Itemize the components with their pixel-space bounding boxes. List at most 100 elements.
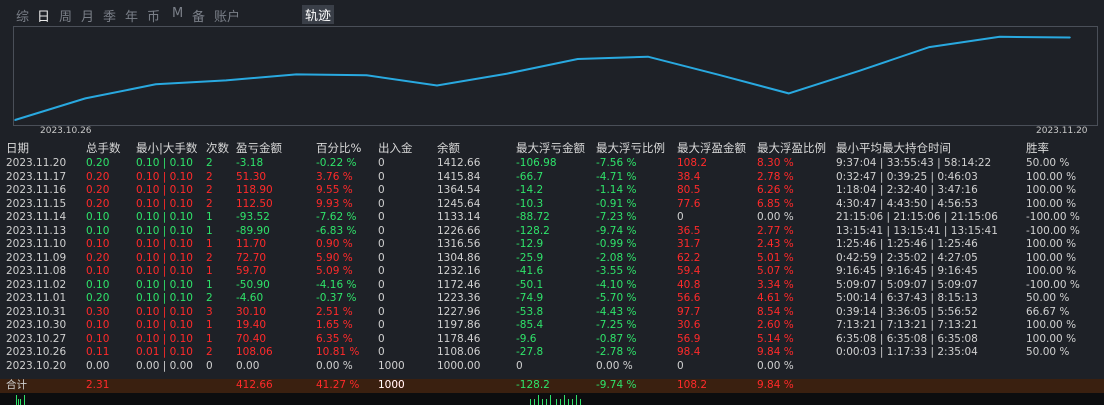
- col-header-8[interactable]: 最大浮亏金额: [516, 140, 585, 156]
- tab-trajectory[interactable]: 轨迹: [302, 5, 335, 24]
- total-max-float-loss: -128.2: [516, 379, 550, 391]
- balance-trajectory-chart: [13, 26, 1098, 126]
- cell-io: 0: [378, 251, 385, 264]
- col-header-7[interactable]: 余额: [437, 140, 460, 156]
- cell-count: 2: [206, 197, 213, 210]
- col-header-13[interactable]: 胜率: [1026, 140, 1049, 156]
- balance-point-7: [506, 72, 509, 75]
- tab-9[interactable]: 账户: [214, 6, 240, 25]
- balance-point-2: [154, 83, 157, 86]
- cell-mflp: -3.55 %: [596, 265, 637, 277]
- col-header-0[interactable]: 日期: [6, 140, 29, 156]
- cell-pct: 3.76 %: [316, 170, 353, 183]
- total-pnl: 412.66: [236, 379, 273, 391]
- tab-1[interactable]: 日: [37, 6, 50, 25]
- cell-win: 100.00 %: [1026, 251, 1077, 264]
- table-row[interactable]: 2023.11.14 0.10 0.10 | 0.10 1 -93.52 -7.62 % 0…: [0, 211, 1104, 224]
- total-max-float-profit: 108.2: [677, 379, 708, 391]
- cell-date: 2023.10.30: [6, 319, 67, 331]
- col-header-2[interactable]: 最小|大手数: [136, 140, 197, 156]
- cell-hold: 9:37:04 | 33:55:43 | 58:14:22: [836, 157, 992, 169]
- cell-mfpp: 0.00 %: [757, 211, 794, 223]
- cell-mfp: 62.2: [677, 251, 701, 264]
- cell-mfl: -88.72: [516, 211, 550, 223]
- cell-date: 2023.11.09: [6, 251, 67, 264]
- cell-mfl: -27.8: [516, 346, 544, 358]
- table-row[interactable]: 2023.10.27 0.10 0.10 | 0.10 1 70.40 6.35 % 0 11…: [0, 333, 1104, 346]
- cell-lots: 0.20: [86, 251, 110, 264]
- cell-date: 2023.10.20: [6, 359, 67, 372]
- table-row[interactable]: 2023.11.10 0.10 0.10 | 0.10 1 11.70 0.90 % 0 13…: [0, 238, 1104, 251]
- total-io2: 1000: [378, 379, 405, 391]
- col-header-4[interactable]: 盈亏金额: [236, 140, 282, 156]
- volume-tick: [534, 399, 535, 405]
- col-header-10[interactable]: 最大浮盈金额: [677, 140, 746, 156]
- cell-io: 0: [378, 238, 385, 250]
- cell-pct: -0.37 %: [316, 292, 357, 304]
- balance-point-5: [365, 74, 368, 77]
- cell-pct: 9.55 %: [316, 184, 353, 196]
- table-row[interactable]: 2023.11.20 0.20 0.10 | 0.10 2 -3.18 -0.22 % 0 1…: [0, 157, 1104, 170]
- cell-date: 2023.10.31: [6, 305, 67, 318]
- table-row[interactable]: 2023.10.20 0.00 0.00 | 0.00 0 0.00 0.00 % 1000…: [0, 360, 1104, 373]
- cell-io: 0: [378, 346, 385, 358]
- cell-win: 50.00 %: [1026, 157, 1070, 169]
- cell-win: -100.00 %: [1026, 211, 1080, 223]
- table-row[interactable]: 2023.11.16 0.20 0.10 | 0.10 2 118.90 9.55 % 0 1…: [0, 184, 1104, 197]
- cell-win: -100.00 %: [1026, 278, 1080, 291]
- cell-hold: 4:30:47 | 4:43:50 | 4:56:53: [836, 197, 978, 210]
- total-pct: 41.27 %: [316, 379, 360, 391]
- table-row[interactable]: 2023.11.08 0.10 0.10 | 0.10 1 59.70 5.09 % 0 12…: [0, 265, 1104, 278]
- table-row[interactable]: 2023.10.30 0.10 0.10 | 0.10 1 19.40 1.65 % 0 11…: [0, 319, 1104, 332]
- cell-pnl: -50.90: [236, 278, 270, 291]
- cell-date: 2023.10.26: [6, 346, 67, 358]
- cell-mfp: 0: [677, 211, 684, 223]
- cell-pct: 5.09 %: [316, 265, 353, 277]
- cell-pct: 1.65 %: [316, 319, 353, 331]
- col-header-5[interactable]: 百分比%: [316, 140, 361, 156]
- col-header-3[interactable]: 次数: [206, 140, 229, 156]
- col-header-6[interactable]: 出入金: [378, 140, 413, 156]
- cell-date: 2023.11.13: [6, 224, 67, 237]
- table-row[interactable]: 2023.10.31 0.30 0.10 | 0.10 3 30.10 2.51 % 0 12…: [0, 306, 1104, 319]
- table-row[interactable]: 2023.11.13 0.10 0.10 | 0.10 1 -89.90 -6.83 % 0…: [0, 225, 1104, 238]
- volume-tick: [572, 399, 573, 405]
- cell-mflp: -0.91 %: [596, 197, 637, 210]
- table-row[interactable]: 2023.11.09 0.20 0.10 | 0.10 2 72.70 5.90 % 0 13…: [0, 252, 1104, 265]
- balance-point-12: [858, 70, 860, 72]
- total-max-float-loss-pct: -9.74 %: [596, 379, 637, 391]
- col-header-1[interactable]: 总手数: [86, 140, 121, 156]
- col-header-12[interactable]: 最小平均最大持仓时间: [836, 140, 951, 156]
- tab-5[interactable]: 年: [125, 6, 138, 25]
- cell-mfp: 0: [677, 359, 684, 372]
- cell-date: 2023.11.16: [6, 184, 67, 196]
- table-row[interactable]: 2023.11.17 0.20 0.10 | 0.10 2 51.30 3.76 % 0 14…: [0, 171, 1104, 184]
- cell-bal: 1415.84: [437, 170, 481, 183]
- table-row[interactable]: 2023.11.01 0.20 0.10 | 0.10 2 -4.60 -0.37 % 0 1…: [0, 292, 1104, 305]
- cell-pnl: 11.70: [236, 238, 267, 250]
- cell-win: 100.00 %: [1026, 197, 1077, 210]
- tab-3[interactable]: 月: [81, 6, 94, 25]
- tab-2[interactable]: 周: [59, 6, 72, 25]
- cell-lots: 0.20: [86, 157, 110, 169]
- tab-7[interactable]: M: [172, 6, 183, 21]
- cell-minmax: 0.10 | 0.10: [136, 292, 193, 304]
- cell-bal: 1108.06: [437, 346, 481, 358]
- volume-tick: [556, 399, 557, 405]
- tab-4[interactable]: 季: [103, 6, 116, 25]
- cell-lots: 0.10: [86, 319, 110, 331]
- table-row[interactable]: 2023.11.02 0.10 0.10 | 0.10 1 -50.90 -4.16 % 0…: [0, 279, 1104, 292]
- cell-bal: 1412.66: [437, 157, 481, 169]
- table-row[interactable]: 2023.11.15 0.20 0.10 | 0.10 2 112.50 9.93 % 0 1…: [0, 198, 1104, 211]
- cell-mfp: 56.6: [677, 292, 701, 304]
- tab-6[interactable]: 币: [147, 6, 160, 25]
- cell-mfp: 97.7: [677, 305, 701, 318]
- table-row[interactable]: 2023.10.26 0.11 0.01 | 0.10 2 108.06 10.81 % 0…: [0, 346, 1104, 359]
- tab-0[interactable]: 综: [16, 6, 29, 25]
- col-header-9[interactable]: 最大浮亏比例: [596, 140, 665, 156]
- cell-date: 2023.11.14: [6, 211, 67, 223]
- cell-pnl: 19.40: [236, 319, 267, 331]
- cell-mfpp: 5.14 %: [757, 332, 794, 345]
- tab-8[interactable]: 备: [192, 6, 205, 25]
- col-header-11[interactable]: 最大浮盈比例: [757, 140, 826, 156]
